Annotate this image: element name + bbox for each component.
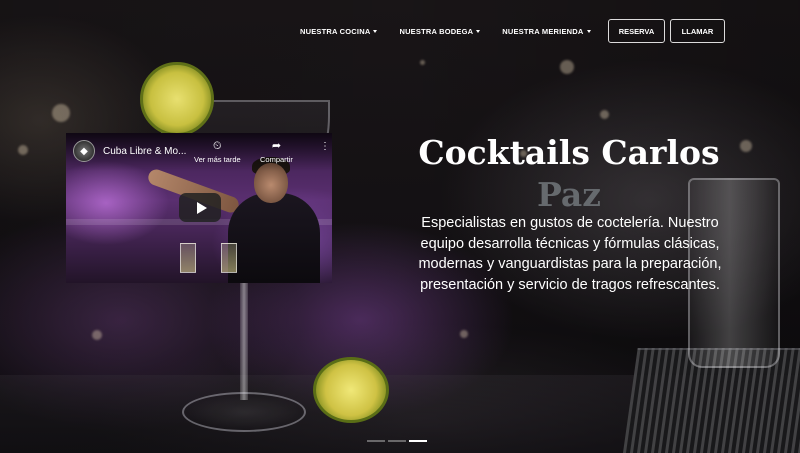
clock-icon: ⏲	[213, 140, 222, 152]
lime-slice-garnish	[140, 62, 214, 136]
hero-description: Especialistas en gustos de coctelería. N…	[418, 215, 722, 293]
carousel-indicator[interactable]	[388, 440, 406, 442]
more-vertical-icon[interactable]: ⋮	[320, 142, 330, 152]
channel-avatar[interactable]: ◆	[73, 140, 95, 162]
carousel-indicator-active[interactable]	[409, 440, 427, 442]
bokeh-light	[18, 145, 28, 155]
bokeh-light	[600, 110, 609, 119]
nav-item-nuestra-merienda[interactable]: NUESTRA MERIENDA	[502, 26, 591, 36]
share-button[interactable]: ➦ Compartir	[260, 140, 293, 164]
bokeh-light	[740, 140, 752, 152]
hero-title-line1: Cocktails Carlos	[418, 133, 720, 172]
bokeh-light	[92, 330, 102, 340]
youtube-video-embed[interactable]: ◆ Cuba Libre & Mo... ⏲ Ver más tarde ➦ C…	[66, 133, 332, 283]
play-icon	[196, 201, 207, 214]
caret-down-icon	[586, 29, 591, 33]
nav-item-nuestra-bodega[interactable]: NUESTRA BODEGA	[399, 26, 481, 36]
shot-glass	[221, 243, 237, 273]
nav-item-label: NUESTRA BODEGA	[399, 26, 474, 36]
bokeh-light	[420, 60, 425, 65]
play-button[interactable]	[179, 193, 221, 222]
video-title[interactable]: Cuba Libre & Mo...	[103, 146, 186, 157]
bokeh-light	[560, 60, 574, 74]
main-nav: NUESTRA COCINA NUESTRA BODEGA NUESTRA ME…	[300, 19, 613, 43]
hero-title: Cocktails Carlos Paz	[405, 132, 733, 216]
caret-down-icon	[373, 29, 378, 33]
bokeh-light	[460, 330, 468, 338]
watch-later-label: Ver más tarde	[194, 155, 241, 164]
bokeh-light	[52, 104, 70, 122]
watch-later-button[interactable]: ⏲ Ver más tarde	[194, 140, 241, 164]
share-icon: ➦	[271, 140, 282, 152]
carousel-indicators	[367, 440, 427, 442]
bartender-figure	[228, 193, 320, 283]
llamar-button[interactable]: LLAMAR	[670, 19, 725, 43]
share-label: Compartir	[260, 155, 293, 164]
nav-item-label: NUESTRA COCINA	[300, 26, 371, 36]
caret-down-icon	[476, 29, 481, 33]
lime-half	[313, 357, 389, 423]
hero-title-line2: Paz	[536, 175, 602, 214]
reserva-button[interactable]: RESERVA	[608, 19, 665, 43]
nav-item-label: NUESTRA MERIENDA	[502, 26, 584, 36]
cocktail-glass-base	[182, 392, 306, 432]
avatar-glyph-icon: ◆	[80, 145, 88, 157]
carousel-indicator[interactable]	[367, 440, 385, 442]
shot-glass	[180, 243, 196, 273]
nav-item-nuestra-cocina[interactable]: NUESTRA COCINA	[300, 26, 378, 36]
